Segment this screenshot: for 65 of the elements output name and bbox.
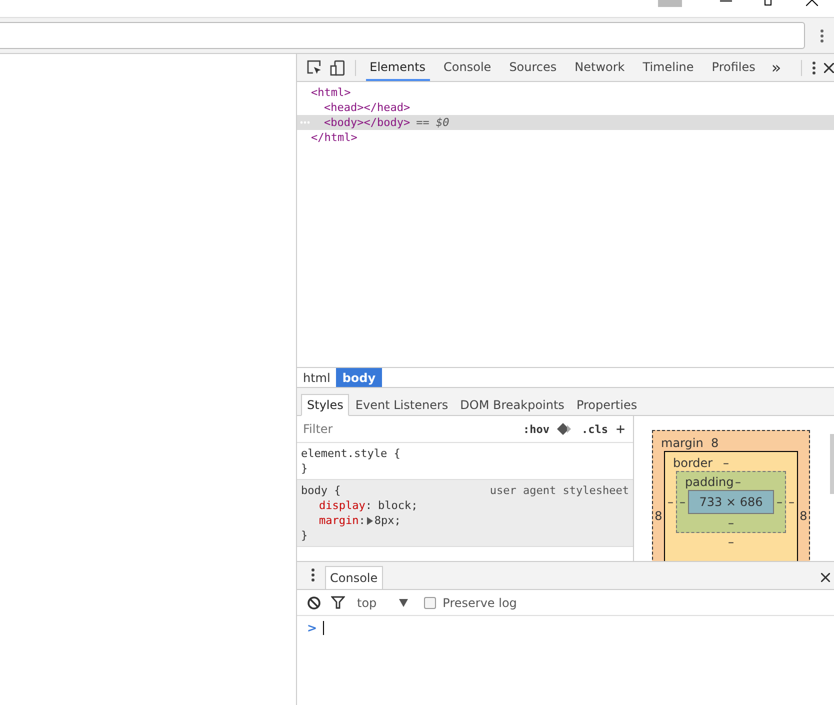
property-value: 8px; bbox=[374, 513, 401, 528]
padding-top: – bbox=[735, 475, 742, 489]
margin-right: 8 bbox=[798, 509, 808, 523]
sidebar-tab[interactable]: DOM Breakpoints bbox=[454, 394, 570, 416]
clear-icon[interactable] bbox=[307, 596, 321, 610]
dom-node[interactable]: <html> bbox=[311, 85, 351, 100]
checkbox[interactable] bbox=[424, 596, 436, 608]
breadcrumb[interactable]: html bbox=[297, 368, 336, 387]
panel-tab[interactable]: Sources bbox=[505, 54, 561, 81]
box-label: padding bbox=[685, 475, 735, 489]
diamond-icon[interactable] bbox=[557, 423, 574, 435]
hover-state-button[interactable]: :hov bbox=[522, 422, 550, 436]
panel-tab[interactable]: Profiles bbox=[708, 54, 760, 81]
panel-tab[interactable]: Timeline bbox=[638, 54, 698, 81]
box-label: border bbox=[673, 456, 714, 470]
border-left: – bbox=[666, 495, 674, 509]
menu-icon[interactable] bbox=[812, 60, 816, 74]
selector: body { bbox=[301, 483, 341, 498]
content-size: 733 × 686 bbox=[688, 490, 774, 514]
colon: : bbox=[358, 513, 366, 528]
class-button[interactable]: .cls bbox=[581, 422, 608, 436]
property-name: display bbox=[319, 498, 366, 513]
padding-left: – bbox=[678, 495, 686, 509]
minimize-icon[interactable] bbox=[720, 0, 732, 4]
inspect-icon[interactable] bbox=[307, 60, 322, 75]
dom-node[interactable]: <head></head> bbox=[324, 100, 410, 115]
prompt-icon: > bbox=[307, 621, 318, 635]
filter-icon[interactable] bbox=[331, 596, 345, 609]
panel-tab[interactable]: Network bbox=[570, 54, 629, 81]
drawer-tab[interactable]: Console bbox=[325, 566, 383, 589]
property-value: block; bbox=[378, 498, 418, 513]
closing-brace: } bbox=[301, 461, 308, 476]
address-field[interactable] bbox=[0, 22, 805, 49]
padding-right: – bbox=[776, 495, 784, 509]
expand-icon[interactable] bbox=[367, 516, 374, 524]
text-cursor[interactable] bbox=[323, 621, 324, 635]
sidebar-tab[interactable]: Properties bbox=[570, 394, 644, 416]
margin-top: 8 bbox=[711, 436, 720, 450]
checkbox-label: Preserve log bbox=[442, 596, 517, 610]
colon: : bbox=[365, 498, 372, 513]
context-selector[interactable]: top bbox=[357, 596, 377, 610]
border-bottom: – bbox=[727, 534, 735, 551]
panel-tab[interactable]: Elements bbox=[366, 54, 430, 81]
margin-left: 8 bbox=[654, 509, 664, 523]
menu-icon[interactable] bbox=[820, 28, 824, 42]
add-rule-button[interactable]: + bbox=[616, 420, 625, 438]
rule-source: user agent stylesheet bbox=[490, 483, 629, 498]
menu-icon[interactable] bbox=[311, 568, 315, 582]
border-top: – bbox=[723, 456, 730, 470]
more-tabs-button[interactable]: » bbox=[769, 58, 784, 77]
property-name: margin bbox=[319, 513, 359, 528]
dropdown-caret-icon[interactable] bbox=[398, 598, 408, 606]
dom-node[interactable]: </html> bbox=[311, 130, 358, 145]
border-right: – bbox=[788, 495, 796, 509]
selector: element.style { bbox=[301, 446, 400, 461]
padding-bottom: – bbox=[727, 515, 735, 532]
sidebar-tab[interactable]: Event Listeners bbox=[349, 394, 454, 416]
dom-node[interactable]: <body></body> bbox=[324, 115, 410, 130]
box-label: margin bbox=[661, 436, 704, 450]
panel-tab[interactable]: Console bbox=[440, 54, 496, 81]
breadcrumb[interactable]: body bbox=[336, 368, 382, 387]
node-reference: == $0 bbox=[416, 115, 450, 130]
closing-brace: } bbox=[301, 528, 308, 543]
sidebar-tab[interactable]: Styles bbox=[301, 394, 350, 416]
device-icon[interactable] bbox=[330, 60, 345, 76]
